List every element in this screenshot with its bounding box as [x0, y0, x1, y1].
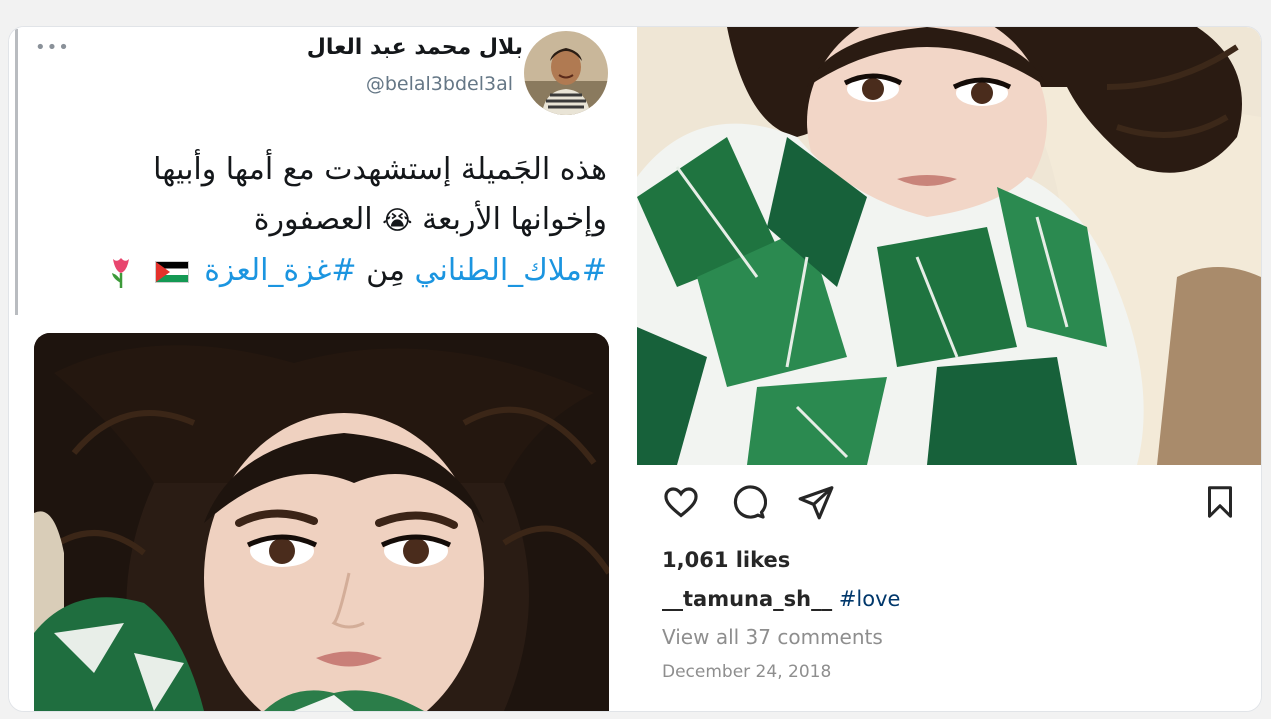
instagram-panel: 1,061 likes __tamuna_sh__ #love View all…	[637, 27, 1261, 711]
view-comments-link[interactable]: View all 37 comments	[662, 625, 883, 649]
bookmark-icon[interactable]	[1202, 483, 1238, 525]
tweet-panel: ••• بلال محمد عبد العال @belal3bdel3al ه…	[9, 27, 627, 711]
composite-card: ••• بلال محمد عبد العال @belal3bdel3al ه…	[8, 26, 1262, 712]
divider	[15, 29, 18, 315]
caption-username[interactable]: __tamuna_sh__	[662, 587, 832, 611]
avatar[interactable]	[524, 31, 608, 115]
tweet-text-line-1: هذه الجَميلة إستشهدت مع أمها وأبيها	[153, 152, 607, 187]
hashtag-link-1[interactable]: #ملاك_الطناني	[415, 253, 607, 288]
caption-hashtag[interactable]: #love	[839, 587, 901, 611]
tweet-text: هذه الجَميلة إستشهدت مع أمها وأبيها وإخو…	[47, 145, 607, 296]
comment-icon[interactable]	[729, 483, 768, 525]
likes-count[interactable]: 1,061 likes	[662, 548, 790, 572]
action-bar	[637, 483, 1261, 533]
tweet-display-name[interactable]: بلال محمد عبد العال	[307, 35, 523, 60]
post-date: December 24, 2018	[662, 662, 832, 682]
hashtag-link-2[interactable]: #غزة_العزة	[204, 253, 356, 288]
caption: __tamuna_sh__ #love	[662, 587, 900, 611]
tweet-photo[interactable]	[34, 333, 609, 711]
tweet-text-line-3: #ملاك_الطناني مِن #غزة_العزة	[47, 246, 607, 296]
tweet-text-line-2: وإخوانها الأربعة 😭 العصفورة	[47, 195, 607, 246]
more-dots-icon[interactable]: •••	[35, 37, 70, 58]
tweet-text-part-a: وإخوانها الأربعة	[422, 202, 607, 237]
share-icon[interactable]	[797, 483, 835, 525]
tweet-handle[interactable]: @belal3bdel3al	[366, 73, 513, 95]
tweet-connector: مِن	[366, 253, 405, 288]
instagram-photo[interactable]	[637, 27, 1261, 465]
palestine-flag-icon	[154, 260, 189, 283]
tulip-icon	[109, 255, 133, 289]
tweet-text-part-b: العصفورة	[253, 202, 373, 237]
heart-icon[interactable]	[662, 483, 700, 525]
crying-face-emoji: 😭	[382, 206, 413, 236]
